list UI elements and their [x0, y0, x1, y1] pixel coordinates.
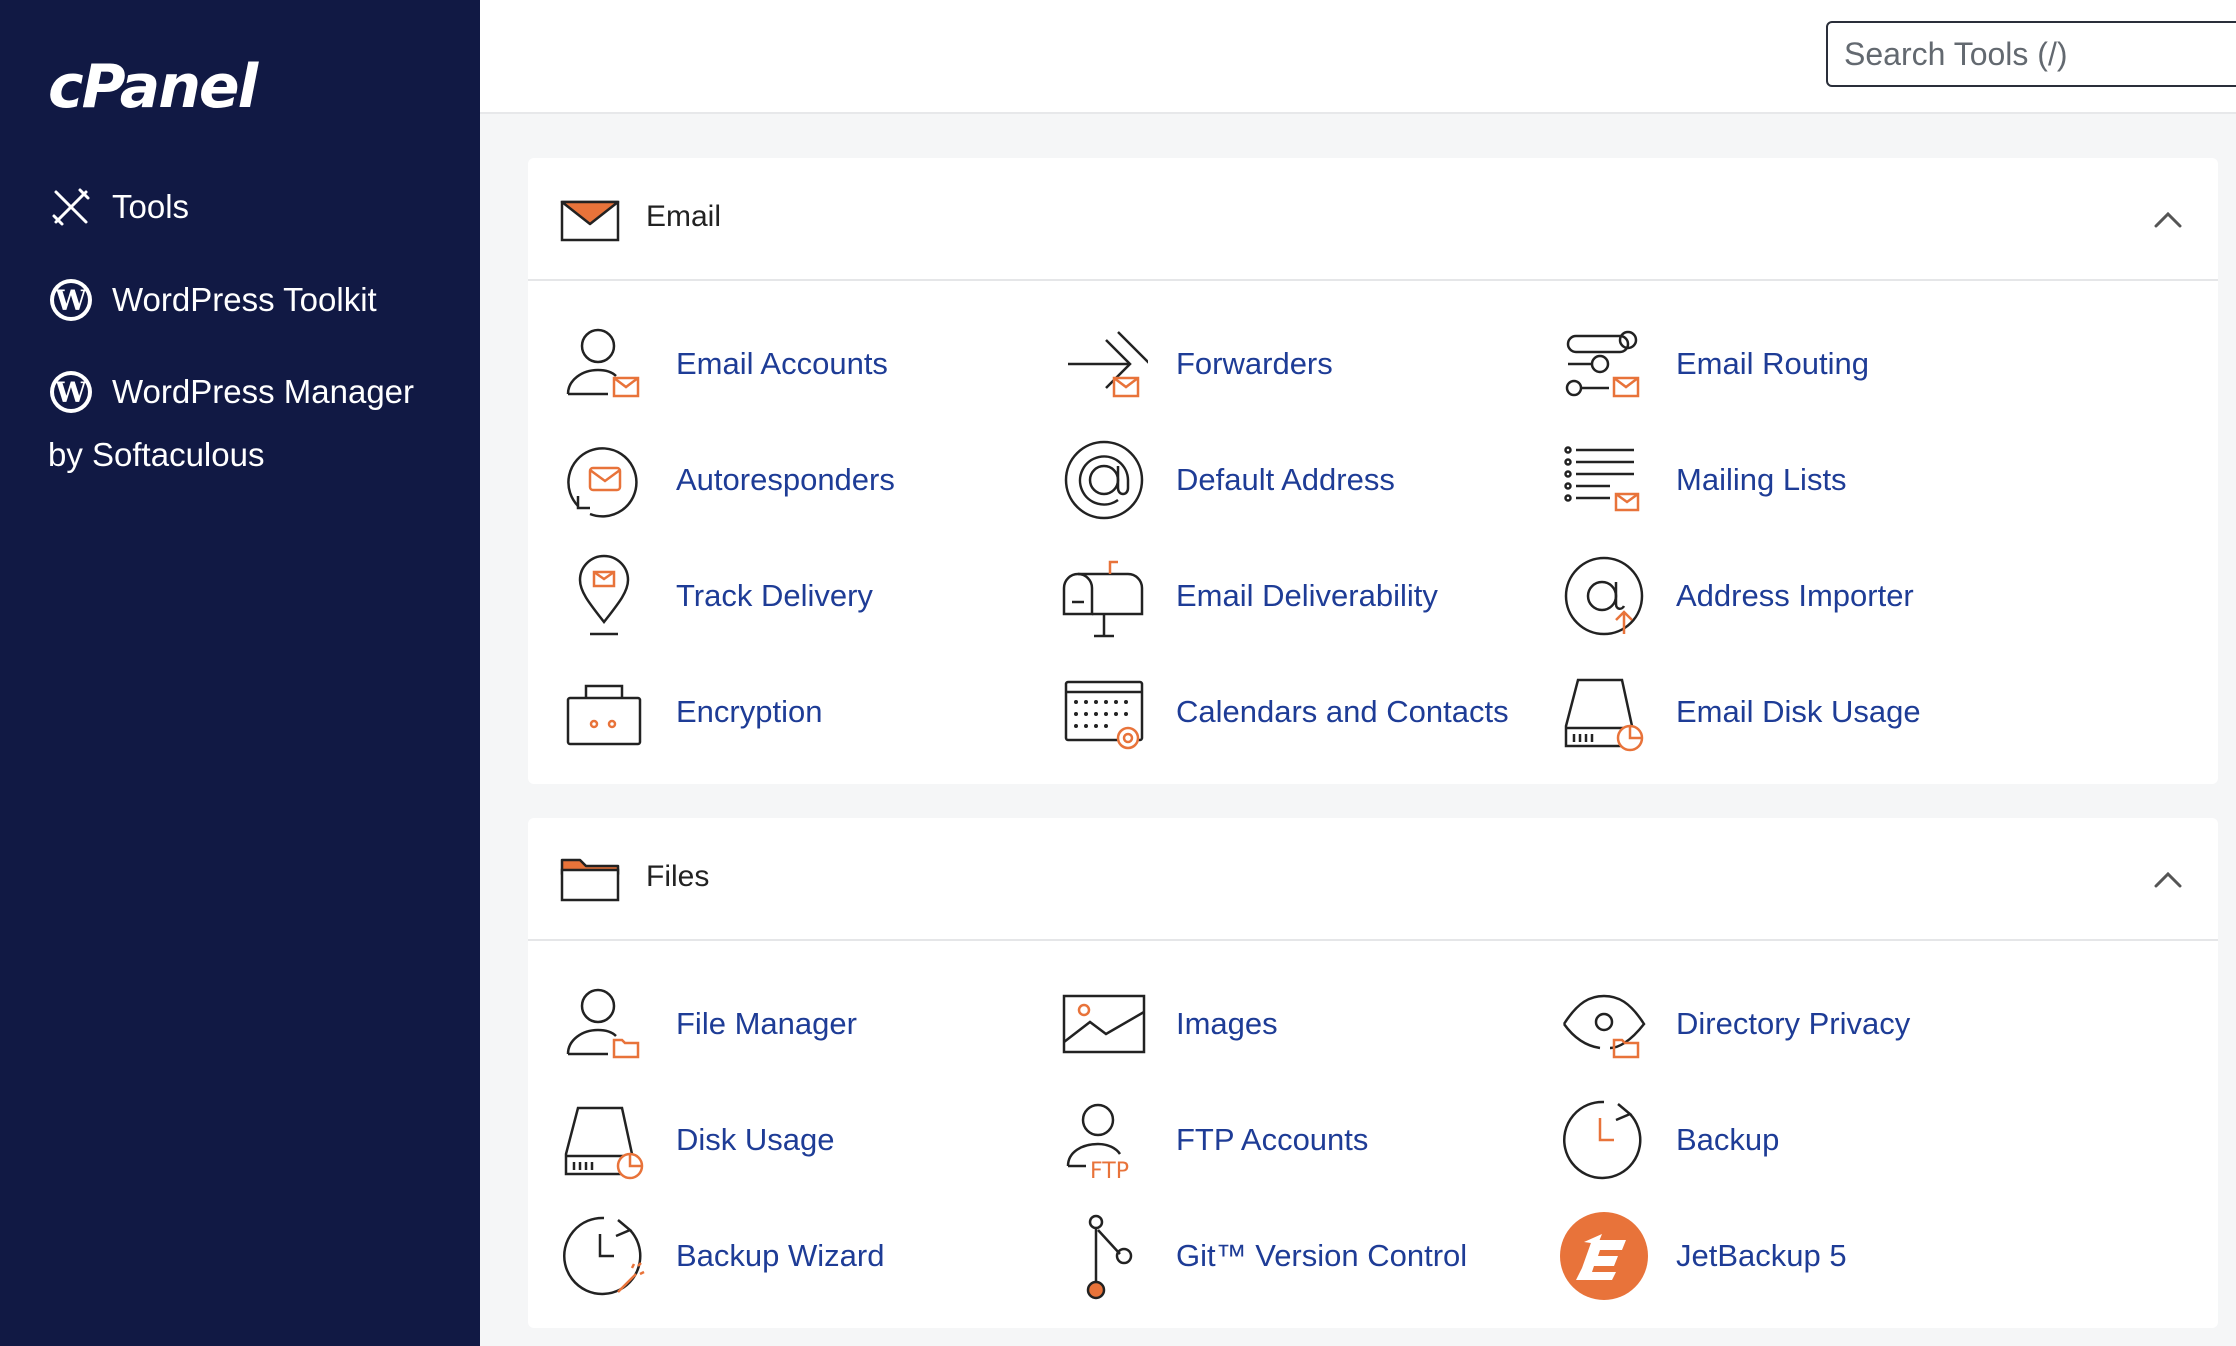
section-header[interactable]: Files — [528, 818, 2218, 941]
list-mail-icon — [1564, 446, 1640, 512]
tool-address-importer[interactable]: Address Importer — [1560, 552, 1914, 640]
tool-label: Encryption — [676, 694, 823, 729]
tool-ftp-accounts[interactable]: FTP FTP Accounts — [1060, 1096, 1368, 1184]
tool-label: Track Delivery — [676, 578, 873, 613]
sidebar-item-wordpress-toolkit[interactable]: W WordPress Toolkit — [48, 277, 377, 323]
section-header[interactable]: Email — [528, 158, 2218, 281]
tool-directory-privacy[interactable]: Directory Privacy — [1560, 980, 1910, 1068]
tool-email-accounts[interactable]: Email Accounts — [560, 320, 888, 408]
tool-disk-usage[interactable]: Disk Usage — [560, 1096, 835, 1184]
tool-label: Disk Usage — [676, 1122, 835, 1157]
chevron-up-icon[interactable] — [2152, 206, 2184, 234]
svg-text:W: W — [54, 376, 87, 409]
tool-label: Directory Privacy — [1676, 1006, 1911, 1041]
image-icon — [1062, 994, 1146, 1054]
tool-default-address[interactable]: Default Address — [1060, 436, 1395, 524]
tool-label: Email Routing — [1676, 346, 1869, 381]
tool-label: Calendars and Contacts — [1176, 694, 1509, 729]
tool-track-delivery[interactable]: Track Delivery — [560, 552, 873, 640]
tool-images[interactable]: Images — [1060, 980, 1278, 1068]
tool-label: Mailing Lists — [1676, 462, 1847, 497]
tool-label: Images — [1176, 1006, 1278, 1041]
sidebar-item-label: Tools — [112, 188, 190, 225]
tool-git-version-control[interactable]: Git™ Version Control — [1060, 1212, 1467, 1300]
sidebar-item-label: WordPress Manager — [112, 373, 415, 410]
wordpress-icon: W — [48, 277, 94, 323]
autoresponder-icon — [567, 447, 638, 518]
tool-encryption[interactable]: Encryption — [560, 668, 822, 756]
user-folder-icon — [566, 988, 640, 1059]
section-title: Email — [646, 200, 722, 233]
eye-folder-icon — [1562, 994, 1646, 1059]
sidebar-item-tools[interactable]: Tools — [48, 184, 189, 230]
tool-forwarders[interactable]: Forwarders — [1060, 320, 1333, 408]
sidebar: cPanel Tools W WordPress Toolkit W WordP… — [0, 0, 480, 1346]
tools-icon — [48, 184, 94, 230]
tool-label: Backup Wizard — [676, 1238, 885, 1273]
at-import-icon — [1564, 556, 1644, 636]
svg-text:FTP: FTP — [1090, 1159, 1129, 1184]
tool-label: Email Disk Usage — [1676, 694, 1921, 729]
tool-label: Email Deliverability — [1176, 578, 1438, 613]
tool-email-disk-usage[interactable]: Email Disk Usage — [1560, 668, 1921, 756]
tool-label: Autoresponders — [676, 462, 895, 497]
disk-icon — [564, 1106, 644, 1180]
tool-label: Forwarders — [1176, 346, 1333, 381]
sidebar-item-wordpress-manager[interactable]: W WordPress Manager — [48, 369, 414, 415]
tool-label: JetBackup 5 — [1676, 1238, 1847, 1273]
forward-arrow-icon — [1068, 331, 1148, 398]
envelope-icon — [560, 200, 620, 242]
tool-label: Address Importer — [1676, 578, 1914, 613]
tool-email-routing[interactable]: Email Routing — [1560, 320, 1869, 408]
tool-label: FTP Accounts — [1176, 1122, 1369, 1157]
chevron-up-icon[interactable] — [2152, 866, 2184, 894]
git-branch-icon — [1086, 1214, 1133, 1300]
user-mail-icon — [566, 328, 640, 398]
tool-mailing-lists[interactable]: Mailing Lists — [1560, 436, 1847, 524]
section-title: Files — [646, 860, 710, 893]
routing-icon — [1565, 330, 1640, 398]
tool-label: Git™ Version Control — [1176, 1238, 1468, 1273]
email-section: Email Email Accounts Forwarders Email Ro… — [528, 158, 2218, 784]
tool-backup[interactable]: Backup — [1560, 1096, 1779, 1184]
svg-text:W: W — [54, 284, 87, 317]
cpanel-logo[interactable]: cPanel — [48, 52, 258, 122]
search-input[interactable] — [1826, 21, 2236, 87]
tool-label: Backup — [1676, 1122, 1780, 1157]
folder-icon — [560, 858, 620, 902]
files-section: Files File Manager Images Directory Priv… — [528, 818, 2218, 1328]
calendar-icon — [1064, 680, 1144, 750]
tool-email-deliverability[interactable]: Email Deliverability — [1060, 552, 1438, 640]
mailbox-icon — [1062, 560, 1144, 638]
clock-wand-icon — [563, 1216, 645, 1296]
sidebar-item-label: WordPress Toolkit — [112, 281, 377, 318]
tool-file-manager[interactable]: File Manager — [560, 980, 857, 1068]
tool-label: Email Accounts — [676, 346, 888, 381]
tool-backup-wizard[interactable]: Backup Wizard — [560, 1212, 884, 1300]
tool-jetbackup[interactable]: JetBackup 5 — [1560, 1212, 1847, 1300]
clock-restore-icon — [1563, 1100, 1642, 1180]
tool-autoresponders[interactable]: Autoresponders — [560, 436, 895, 524]
sidebar-item-sublabel[interactable]: by Softaculous — [48, 436, 264, 474]
tool-label: Default Address — [1176, 462, 1395, 497]
jetbackup-icon — [1560, 1212, 1648, 1300]
at-sign-icon — [1064, 440, 1144, 520]
tool-calendars-contacts[interactable]: Calendars and Contacts — [1060, 668, 1509, 756]
user-ftp-icon: FTP — [1066, 1103, 1129, 1184]
tool-label: File Manager — [676, 1006, 857, 1041]
lock-icon — [566, 684, 642, 746]
wordpress-icon: W — [48, 369, 94, 415]
disk-icon — [1564, 678, 1644, 752]
location-pin-icon — [578, 554, 630, 636]
